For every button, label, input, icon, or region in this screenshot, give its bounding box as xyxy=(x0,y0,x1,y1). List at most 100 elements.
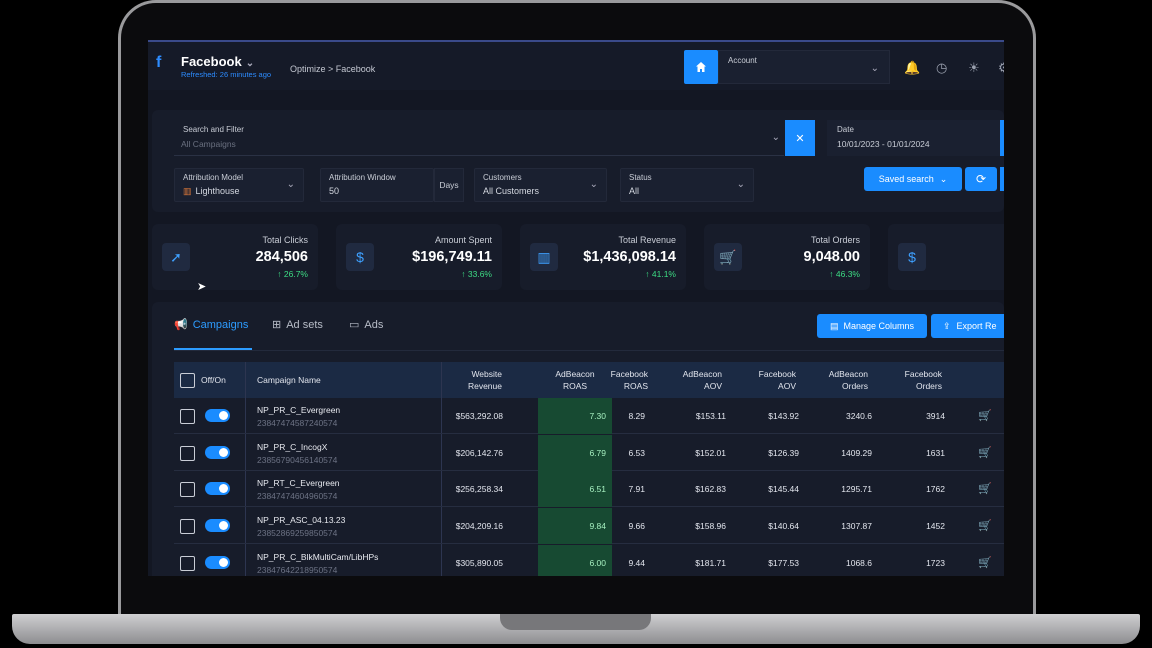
header-line: AOV xyxy=(778,381,796,391)
cell-facebook-orders: 1762 xyxy=(926,484,945,494)
table-row[interactable]: NP_RT_C_Evergreen 23847474604960574 $256,2… xyxy=(174,471,1004,507)
cell-adbeacon-orders: 1295.71 xyxy=(841,484,872,494)
cell-facebook-orders: 1631 xyxy=(926,448,945,458)
status-value: All xyxy=(629,186,640,196)
attribution-window-input[interactable]: Attribution Window 50 xyxy=(320,168,434,202)
campaign-name[interactable]: NP_PR_C_BlkMultiCam/LibHPs xyxy=(257,552,378,562)
kpi-change: ↑ 46.3% xyxy=(829,269,860,279)
search-filter-input[interactable]: Search and Filter All Campaigns ⌄ xyxy=(174,120,784,156)
extra-action-button[interactable] xyxy=(1000,167,1004,191)
laptop-notch xyxy=(500,614,651,630)
header-website-revenue[interactable]: Website Revenue xyxy=(454,362,502,398)
table-row[interactable]: NP_PR_C_IncogX 23856790456140574 $206,142.… xyxy=(174,435,1004,471)
saved-search-button[interactable]: Saved search ⌄ xyxy=(864,167,962,191)
campaign-name[interactable]: NP_PR_ASC_04.13.23 xyxy=(257,515,345,525)
row-checkbox[interactable] xyxy=(180,409,195,424)
customers-select[interactable]: Customers All Customers ⌄ xyxy=(474,168,607,202)
header-adbeacon-aov[interactable]: AdBeacon AOV xyxy=(670,362,722,398)
campaign-name[interactable]: NP_PR_C_IncogX xyxy=(257,442,327,452)
header-line: Facebook xyxy=(610,368,648,379)
tab-ad-sets[interactable]: ⊞ Ad sets xyxy=(272,318,323,332)
search-label: Search and Filter xyxy=(183,125,244,134)
mouse-pointer-icon: ➤ xyxy=(197,281,207,293)
row-checkbox[interactable] xyxy=(180,446,195,461)
cell-website-revenue: $256,258.34 xyxy=(455,484,503,494)
date-range-picker[interactable]: Date 10/01/2023 - 01/01/2024 xyxy=(827,120,1004,156)
campaign-name[interactable]: NP_RT_C_Evergreen xyxy=(257,478,340,488)
attribution-model-value-wrap: ▥ Lighthouse xyxy=(183,186,240,197)
cart-icon[interactable]: 🛒 xyxy=(978,519,992,532)
cell-website-revenue: $204,209.16 xyxy=(455,521,503,531)
clear-search-button[interactable]: ✕ xyxy=(785,120,815,156)
chevron-down-icon: ⌄ xyxy=(286,179,295,190)
campaign-id: 23847474604960574 xyxy=(257,491,338,501)
cart-icon[interactable]: 🛒 xyxy=(978,482,992,495)
close-icon: ✕ xyxy=(795,132,805,145)
account-label: Account xyxy=(728,56,757,65)
cart-icon[interactable]: 🛒 xyxy=(978,409,992,422)
cell-facebook-roas: 9.44 xyxy=(628,558,645,568)
cart-icon[interactable]: 🛒 xyxy=(978,556,992,569)
row-checkbox[interactable] xyxy=(180,519,195,534)
kpi-card-total-orders: 🛒 Total Orders 9,048.00 ↑ 46.3% xyxy=(704,224,870,290)
export-label: Export Re xyxy=(956,321,997,331)
tab-campaigns[interactable]: 📢 Campaigns xyxy=(174,318,249,332)
platform-selector[interactable]: Facebook ⌄ xyxy=(181,54,254,69)
search-placeholder: All Campaigns xyxy=(181,139,236,149)
tab-ads[interactable]: ▭ Ads xyxy=(349,318,383,332)
cell-adbeacon-aov: $158.96 xyxy=(695,521,726,531)
header-campaign-name[interactable]: Campaign Name xyxy=(257,362,321,398)
header-adbeacon-orders[interactable]: AdBeacon Orders xyxy=(816,362,868,398)
cell-facebook-aov: $126.39 xyxy=(768,448,799,458)
header-line: AOV xyxy=(704,381,722,391)
campaign-name[interactable]: NP_PR_C_Evergreen xyxy=(257,405,340,415)
settings-icon[interactable]: ⚙ xyxy=(998,60,1004,76)
chevron-down-icon: ⌄ xyxy=(245,58,255,69)
tab-label: Campaigns xyxy=(192,318,249,331)
toggle-knob xyxy=(219,558,228,567)
header-line: Revenue xyxy=(467,381,502,391)
lightbulb-icon[interactable]: ☀ xyxy=(968,60,980,76)
cart-icon[interactable]: 🛒 xyxy=(978,446,992,459)
bell-icon[interactable]: 🔔 xyxy=(904,60,920,76)
bar-chart-icon: ▥ xyxy=(530,243,558,271)
cell-website-revenue: $305,890.05 xyxy=(455,558,503,568)
select-all-checkbox[interactable] xyxy=(180,373,195,388)
header-facebook-aov[interactable]: Facebook AOV xyxy=(744,362,796,398)
campaign-id: 23847642218950574 xyxy=(257,565,338,575)
cell-facebook-aov: $177.53 xyxy=(768,558,799,568)
date-value: 10/01/2023 - 01/01/2024 xyxy=(837,139,930,149)
cell-adbeacon-aov: $152.01 xyxy=(695,448,726,458)
campaign-toggle[interactable] xyxy=(205,482,230,495)
campaign-toggle[interactable] xyxy=(205,409,230,422)
kpi-card-amount-spent: $ Amount Spent $196,749.11 ↑ 33.6% xyxy=(336,224,502,290)
row-checkbox[interactable] xyxy=(180,482,195,497)
header-line: Facebook xyxy=(758,368,796,379)
kpi-value: $196,749.11 xyxy=(412,249,492,265)
table-row[interactable]: NP_PR_ASC_04.13.23 23852869259850574 $204,… xyxy=(174,508,1004,544)
status-select[interactable]: Status All ⌄ xyxy=(620,168,754,202)
refresh-button[interactable]: ⟳ xyxy=(965,167,997,191)
attribution-model-select[interactable]: Attribution Model ▥ Lighthouse ⌄ xyxy=(174,168,304,202)
account-select[interactable]: Account ⌄ xyxy=(718,50,890,84)
kpi-value: 284,506 xyxy=(255,249,308,265)
row-checkbox[interactable] xyxy=(180,556,195,571)
campaign-toggle[interactable] xyxy=(205,446,230,459)
window-icon: ▭ xyxy=(349,319,360,331)
facebook-logo-icon: f xyxy=(156,54,162,71)
manage-columns-button[interactable]: ▤ Manage Columns xyxy=(817,314,927,338)
header-facebook-roas[interactable]: Facebook ROAS xyxy=(594,362,648,398)
table-row[interactable]: NP_PR_C_Evergreen 23847474587240574 $563,2… xyxy=(174,398,1004,434)
export-button[interactable]: ⇪ Export Re xyxy=(931,314,1004,338)
refreshed-status: Refreshed: 26 minutes ago xyxy=(181,70,272,79)
campaign-toggle[interactable] xyxy=(205,556,230,569)
table-row[interactable]: NP_PR_C_BlkMultiCam/LibHPs 23847642218950… xyxy=(174,545,1004,576)
clock-icon[interactable]: ◷ xyxy=(936,60,947,76)
header-facebook-orders[interactable]: Facebook Orders xyxy=(890,362,942,398)
toggle-knob xyxy=(219,448,228,457)
header-offon: Off/On xyxy=(201,374,226,385)
home-button[interactable] xyxy=(684,50,718,84)
money-hand-icon: $ xyxy=(346,243,374,271)
cell-facebook-roas: 9.66 xyxy=(628,521,645,531)
campaign-toggle[interactable] xyxy=(205,519,230,532)
